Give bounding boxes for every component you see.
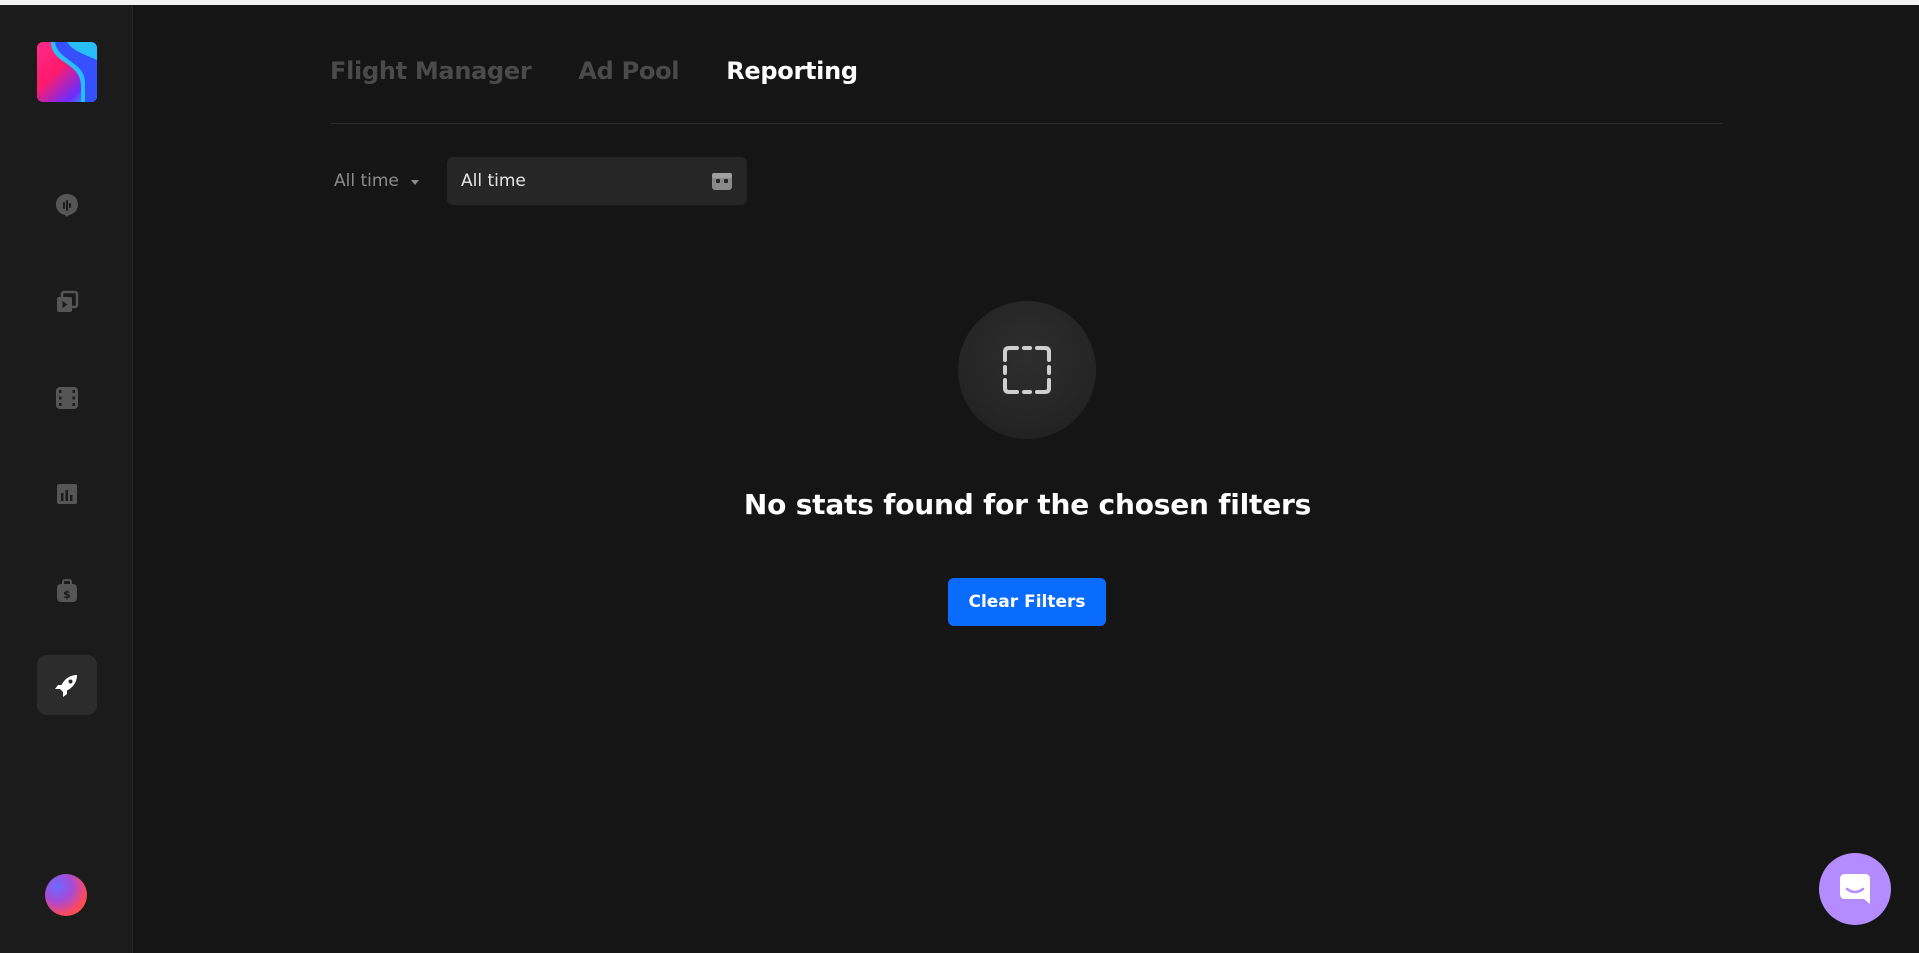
time-range-label: All time xyxy=(334,171,399,191)
empty-state-illustration xyxy=(958,301,1096,439)
calendar-icon[interactable] xyxy=(711,171,733,191)
rocket-icon xyxy=(55,675,77,697)
top-border xyxy=(0,0,1919,5)
bar-chart-icon xyxy=(57,484,77,504)
sidebar-item-media[interactable] xyxy=(37,368,97,428)
date-range-value: All time xyxy=(461,171,526,191)
money-bag-icon: $ xyxy=(57,579,77,602)
main-tabs: Flight Manager Ad Pool Reporting xyxy=(330,57,858,97)
sidebar: $ xyxy=(0,5,133,953)
podcast-icon xyxy=(56,194,78,217)
film-icon xyxy=(56,387,78,409)
support-chat-button[interactable] xyxy=(1819,853,1891,925)
tabs-divider xyxy=(330,123,1723,124)
sidebar-item-monetization[interactable]: $ xyxy=(37,561,97,621)
svg-text:$: $ xyxy=(63,588,71,601)
empty-selection-icon xyxy=(1003,346,1051,394)
sidebar-item-analytics[interactable] xyxy=(37,464,97,524)
user-avatar[interactable] xyxy=(45,874,87,916)
chat-icon xyxy=(1840,874,1870,904)
time-range-dropdown[interactable]: All time xyxy=(334,170,419,192)
sidebar-item-campaigns[interactable] xyxy=(37,655,97,715)
chevron-down-icon xyxy=(410,179,419,185)
tab-reporting[interactable]: Reporting xyxy=(726,57,858,97)
tab-ad-pool[interactable]: Ad Pool xyxy=(578,57,679,97)
sidebar-item-videos[interactable] xyxy=(37,272,97,332)
sidebar-item-podcasts[interactable] xyxy=(37,175,97,235)
clear-filters-button[interactable]: Clear Filters xyxy=(948,578,1106,626)
tab-flight-manager[interactable]: Flight Manager xyxy=(330,57,532,97)
empty-state-title: No stats found for the chosen filters xyxy=(743,488,1312,521)
video-playlist-icon xyxy=(57,290,79,312)
date-range-input[interactable]: All time xyxy=(447,157,747,205)
app-logo[interactable] xyxy=(37,42,97,102)
